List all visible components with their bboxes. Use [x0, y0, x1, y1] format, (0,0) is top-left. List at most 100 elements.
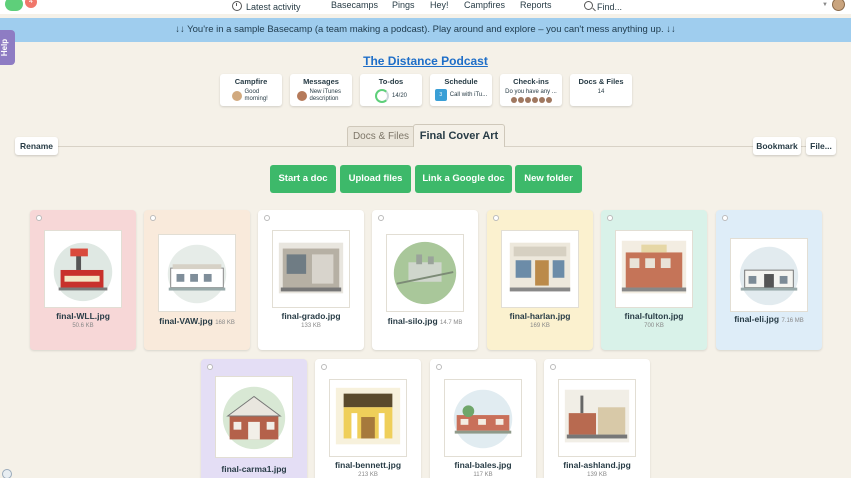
file-card[interactable]: final-harlan.jpg 169 KB — [487, 210, 593, 350]
select-checkbox[interactable] — [264, 215, 270, 221]
file-size: 700 KB — [644, 323, 664, 329]
file-card[interactable]: final-WLL.jpg 50.6 KB — [30, 210, 136, 350]
select-checkbox[interactable] — [321, 364, 327, 370]
file-card[interactable]: final-fulton.jpg 700 KB — [601, 210, 707, 350]
link-google-doc-button[interactable]: Link a Google doc — [415, 165, 512, 193]
project-title[interactable]: The Distance Podcast — [0, 54, 851, 68]
file-name-with-size[interactable]: final-VAW.jpg 168 KB — [144, 316, 250, 326]
upload-files-button[interactable]: Upload files — [340, 165, 411, 193]
rename-button[interactable]: Rename — [15, 137, 58, 155]
avatar — [231, 91, 242, 101]
avatar — [296, 91, 307, 101]
file-size: 213 KB — [358, 472, 378, 478]
tool-campfire[interactable]: Campfire Good morning! — [220, 74, 282, 106]
file-card[interactable]: final-eli.jpg 7.16 MB — [716, 210, 822, 350]
file-thumbnail[interactable] — [329, 379, 407, 457]
file-thumbnail[interactable] — [615, 230, 693, 308]
tool-docs-files[interactable]: Docs & Files 14 — [570, 74, 632, 106]
file-card[interactable]: final-grado.jpg 133 KB — [258, 210, 364, 350]
clock-icon — [232, 0, 242, 11]
file-thumbnail[interactable] — [386, 234, 464, 312]
tool-name: Check-ins — [513, 77, 549, 86]
nav-pings[interactable]: Pings — [392, 0, 415, 14]
file-name[interactable]: final-bennett.jpg — [315, 460, 421, 470]
new-folder-button[interactable]: New folder — [515, 165, 582, 193]
file-name[interactable]: final-harlan.jpg — [487, 311, 593, 321]
file-card[interactable]: final-carma1.jpg — [201, 359, 307, 478]
notifications-badge: 4 — [25, 0, 37, 8]
file-card[interactable]: final-bales.jpg 117 KB — [430, 359, 536, 478]
file-name[interactable]: final-carma1.jpg — [201, 464, 307, 474]
file-thumbnail[interactable] — [558, 379, 636, 457]
select-checkbox[interactable] — [378, 215, 384, 221]
select-checkbox[interactable] — [722, 215, 728, 221]
file-name[interactable]: final-eli.jpg — [734, 314, 779, 324]
breadcrumb-final-cover-art: Final Cover Art — [413, 124, 505, 147]
file-name[interactable]: final-silo.jpg — [388, 316, 438, 326]
nav-basecamps[interactable]: Basecamps — [331, 0, 378, 14]
select-checkbox[interactable] — [36, 215, 42, 221]
file-thumbnail[interactable] — [44, 230, 122, 308]
tool-body: Do you have any ... — [505, 89, 557, 95]
tool-checkins[interactable]: Check-ins Do you have any ... — [500, 74, 562, 106]
nav-find[interactable]: Find... — [584, 0, 622, 14]
nav-latest-activity[interactable]: Latest activity — [232, 0, 301, 14]
file-name-with-size[interactable]: final-eli.jpg 7.16 MB — [716, 314, 822, 324]
nav-reports[interactable]: Reports — [520, 0, 552, 14]
tool-schedule[interactable]: Schedule 3 Call with iTu... — [430, 74, 492, 106]
tool-body: Good morning! — [244, 89, 268, 102]
participant-avatars — [510, 97, 552, 103]
file-name[interactable]: final-ashland.jpg — [544, 460, 650, 470]
tool-messages[interactable]: Messages New iTunes description — [290, 74, 352, 106]
breadcrumb-docs-files[interactable]: Docs & Files — [347, 126, 415, 146]
file-name-with-size[interactable]: final-silo.jpg 14.7 MB — [372, 316, 478, 326]
file-name[interactable]: final-VAW.jpg — [159, 316, 213, 326]
calendar-day: 3 — [439, 92, 443, 98]
select-checkbox[interactable] — [207, 364, 213, 370]
file-size: 139 KB — [587, 472, 607, 478]
nav-campfires[interactable]: Campfires — [464, 0, 505, 14]
tool-todos[interactable]: To-dos 14/20 — [360, 74, 422, 106]
file-card[interactable]: final-bennett.jpg 213 KB — [315, 359, 421, 478]
chevron-down-icon[interactable]: ▼ — [822, 2, 828, 8]
file-card[interactable]: final-ashland.jpg 139 KB — [544, 359, 650, 478]
select-checkbox[interactable] — [493, 215, 499, 221]
nav-hey[interactable]: Hey! — [430, 0, 449, 14]
file-menu-button[interactable]: File... — [806, 137, 836, 155]
file-name[interactable]: final-fulton.jpg — [601, 311, 707, 321]
tool-body: New iTunes description — [309, 89, 341, 102]
sample-banner: ↓↓ You're in a sample Basecamp (a team m… — [0, 18, 851, 42]
scroll-indicator[interactable] — [2, 469, 12, 478]
file-card[interactable]: final-VAW.jpg 168 KB — [144, 210, 250, 350]
search-icon — [584, 1, 593, 10]
select-checkbox[interactable] — [550, 364, 556, 370]
file-card[interactable]: final-silo.jpg 14.7 MB — [372, 210, 478, 350]
bookmark-button[interactable]: Bookmark — [753, 137, 801, 155]
project-tools: Campfire Good morning! Messages New iTun… — [220, 74, 640, 106]
tool-name: Docs & Files — [578, 77, 624, 86]
file-thumbnail[interactable] — [444, 379, 522, 457]
file-thumbnail[interactable] — [272, 230, 350, 308]
basecamp-logo[interactable]: 4 — [5, 0, 37, 13]
file-thumbnail[interactable] — [215, 376, 293, 458]
file-size: 168 KB — [215, 320, 235, 326]
file-thumbnail[interactable] — [730, 238, 808, 312]
user-avatar[interactable] — [832, 0, 845, 11]
tool-body: 14 — [597, 89, 605, 95]
tool-name: To-dos — [378, 77, 404, 86]
file-thumbnail[interactable] — [501, 230, 579, 308]
file-size: 169 KB — [530, 323, 550, 329]
file-name[interactable]: final-grado.jpg — [258, 311, 364, 321]
nav-find-label: Find... — [597, 2, 623, 12]
tool-name: Campfire — [234, 77, 268, 86]
select-checkbox[interactable] — [607, 215, 613, 221]
file-size: 117 KB — [473, 472, 493, 478]
select-checkbox[interactable] — [436, 364, 442, 370]
start-doc-button[interactable]: Start a doc — [270, 165, 336, 193]
file-name[interactable]: final-WLL.jpg — [30, 311, 136, 321]
file-name[interactable]: final-bales.jpg — [430, 460, 536, 470]
select-checkbox[interactable] — [150, 215, 156, 221]
basecamp-logo-icon — [5, 0, 23, 11]
tool-body: 14/20 — [391, 92, 407, 99]
file-thumbnail[interactable] — [158, 234, 236, 312]
